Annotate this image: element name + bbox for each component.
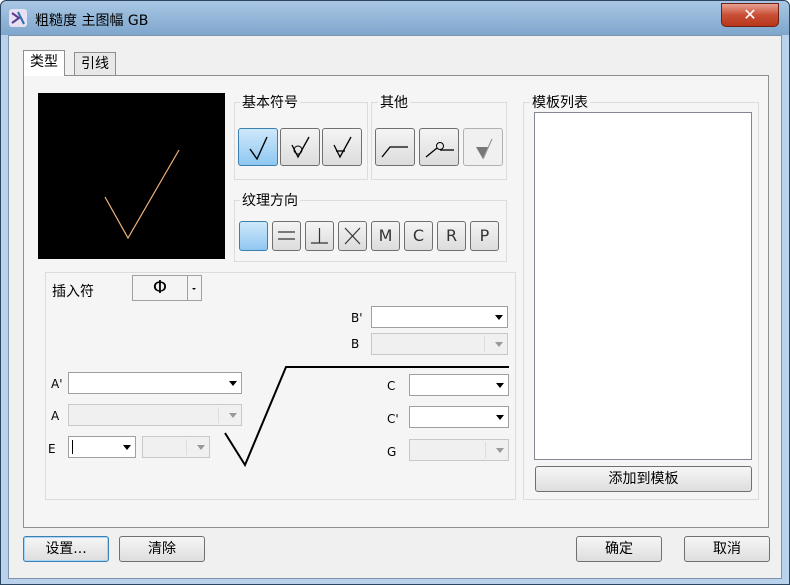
title-bar[interactable]: 粗糙度 主图幅 GB ✕ xyxy=(1,1,789,35)
symbol-preview xyxy=(38,93,225,259)
leader-filled-button[interactable] xyxy=(463,128,503,166)
b-combo[interactable] xyxy=(371,333,508,355)
template-listbox[interactable] xyxy=(534,112,752,460)
chevron-down-icon xyxy=(495,342,503,347)
e-combo[interactable] xyxy=(68,436,136,458)
dialog-client: 类型 引线 基本符号 其他 纹理方向 M C R P 模板列表 添加到模板 插入… xyxy=(8,35,782,579)
symbol-no-removal-button[interactable] xyxy=(280,128,320,166)
filled-check-icon xyxy=(476,138,493,160)
chevron-down-icon xyxy=(197,445,205,450)
crossed-icon xyxy=(344,227,361,245)
template-list-label: 模板列表 xyxy=(530,92,590,112)
check-circle-icon xyxy=(291,136,310,159)
texture-crossed-button[interactable] xyxy=(338,221,367,251)
chevron-down-icon xyxy=(123,445,131,450)
roughness-symbol-diagram xyxy=(224,366,509,468)
texture-parallel-button[interactable] xyxy=(272,221,301,251)
check-bar-icon xyxy=(333,136,352,159)
texture-r-button[interactable]: R xyxy=(437,221,466,251)
insert-symbol-label: 插入符 xyxy=(52,284,94,300)
close-icon: ✕ xyxy=(743,5,757,24)
leader-line-icon xyxy=(381,146,408,158)
texture-m-button[interactable]: M xyxy=(371,221,400,251)
symbol-removal-button[interactable] xyxy=(322,128,362,166)
basic-symbols-label: 基本符号 xyxy=(240,92,300,112)
checkmark-icon xyxy=(249,136,268,161)
e-unit-combo[interactable] xyxy=(142,436,210,458)
texture-none-button[interactable] xyxy=(239,221,268,251)
b-prime-label: B' xyxy=(351,311,363,325)
dialog-window: 粗糙度 主图幅 GB ✕ 类型 引线 基本符号 其他 纹理方向 M C R P … xyxy=(0,0,790,585)
text-cursor xyxy=(72,440,73,454)
a-label: A xyxy=(51,409,60,423)
perpendicular-icon xyxy=(311,228,328,244)
preview-checkmark-icon xyxy=(104,149,180,240)
a-combo[interactable] xyxy=(68,404,242,426)
texture-direction-label: 纹理方向 xyxy=(240,190,300,210)
clear-button[interactable]: 清除 xyxy=(119,536,205,562)
tab-type[interactable]: 类型 xyxy=(23,50,65,76)
app-icon xyxy=(9,9,27,27)
insert-symbol-button[interactable]: Φ xyxy=(132,275,188,301)
texture-p-button[interactable]: P xyxy=(470,221,499,251)
insert-symbol-dropdown[interactable] xyxy=(188,275,202,301)
diameter-icon: Φ xyxy=(152,277,168,298)
b-prime-combo[interactable] xyxy=(371,306,508,328)
b-label: B xyxy=(351,337,360,351)
a-prime-combo[interactable] xyxy=(68,372,242,394)
other-label: 其他 xyxy=(378,92,410,112)
close-button[interactable]: ✕ xyxy=(721,3,779,27)
tab-panel-type: 基本符号 其他 纹理方向 M C R P 模板列表 添加到模板 插入符 Φ B'… xyxy=(23,75,769,528)
symbol-basic-button[interactable] xyxy=(238,128,278,166)
tab-leader[interactable]: 引线 xyxy=(74,52,116,76)
e-label: E xyxy=(48,442,56,456)
leader-circle-button[interactable] xyxy=(419,128,459,166)
ok-button[interactable]: 确定 xyxy=(576,536,662,562)
cancel-button[interactable]: 取消 xyxy=(684,536,770,562)
texture-perpendicular-button[interactable] xyxy=(305,221,334,251)
window-title: 粗糙度 主图幅 GB xyxy=(35,13,149,29)
parallel-icon xyxy=(278,231,295,240)
settings-button[interactable]: 设置... xyxy=(23,536,109,562)
chevron-down-icon xyxy=(495,315,503,320)
add-to-template-button[interactable]: 添加到模板 xyxy=(535,466,752,492)
texture-c-button[interactable]: C xyxy=(404,221,433,251)
leader-line-button[interactable] xyxy=(375,128,415,166)
leader-circle-icon xyxy=(425,142,454,158)
a-prime-label: A' xyxy=(51,377,63,391)
chevron-down-icon xyxy=(192,288,196,290)
